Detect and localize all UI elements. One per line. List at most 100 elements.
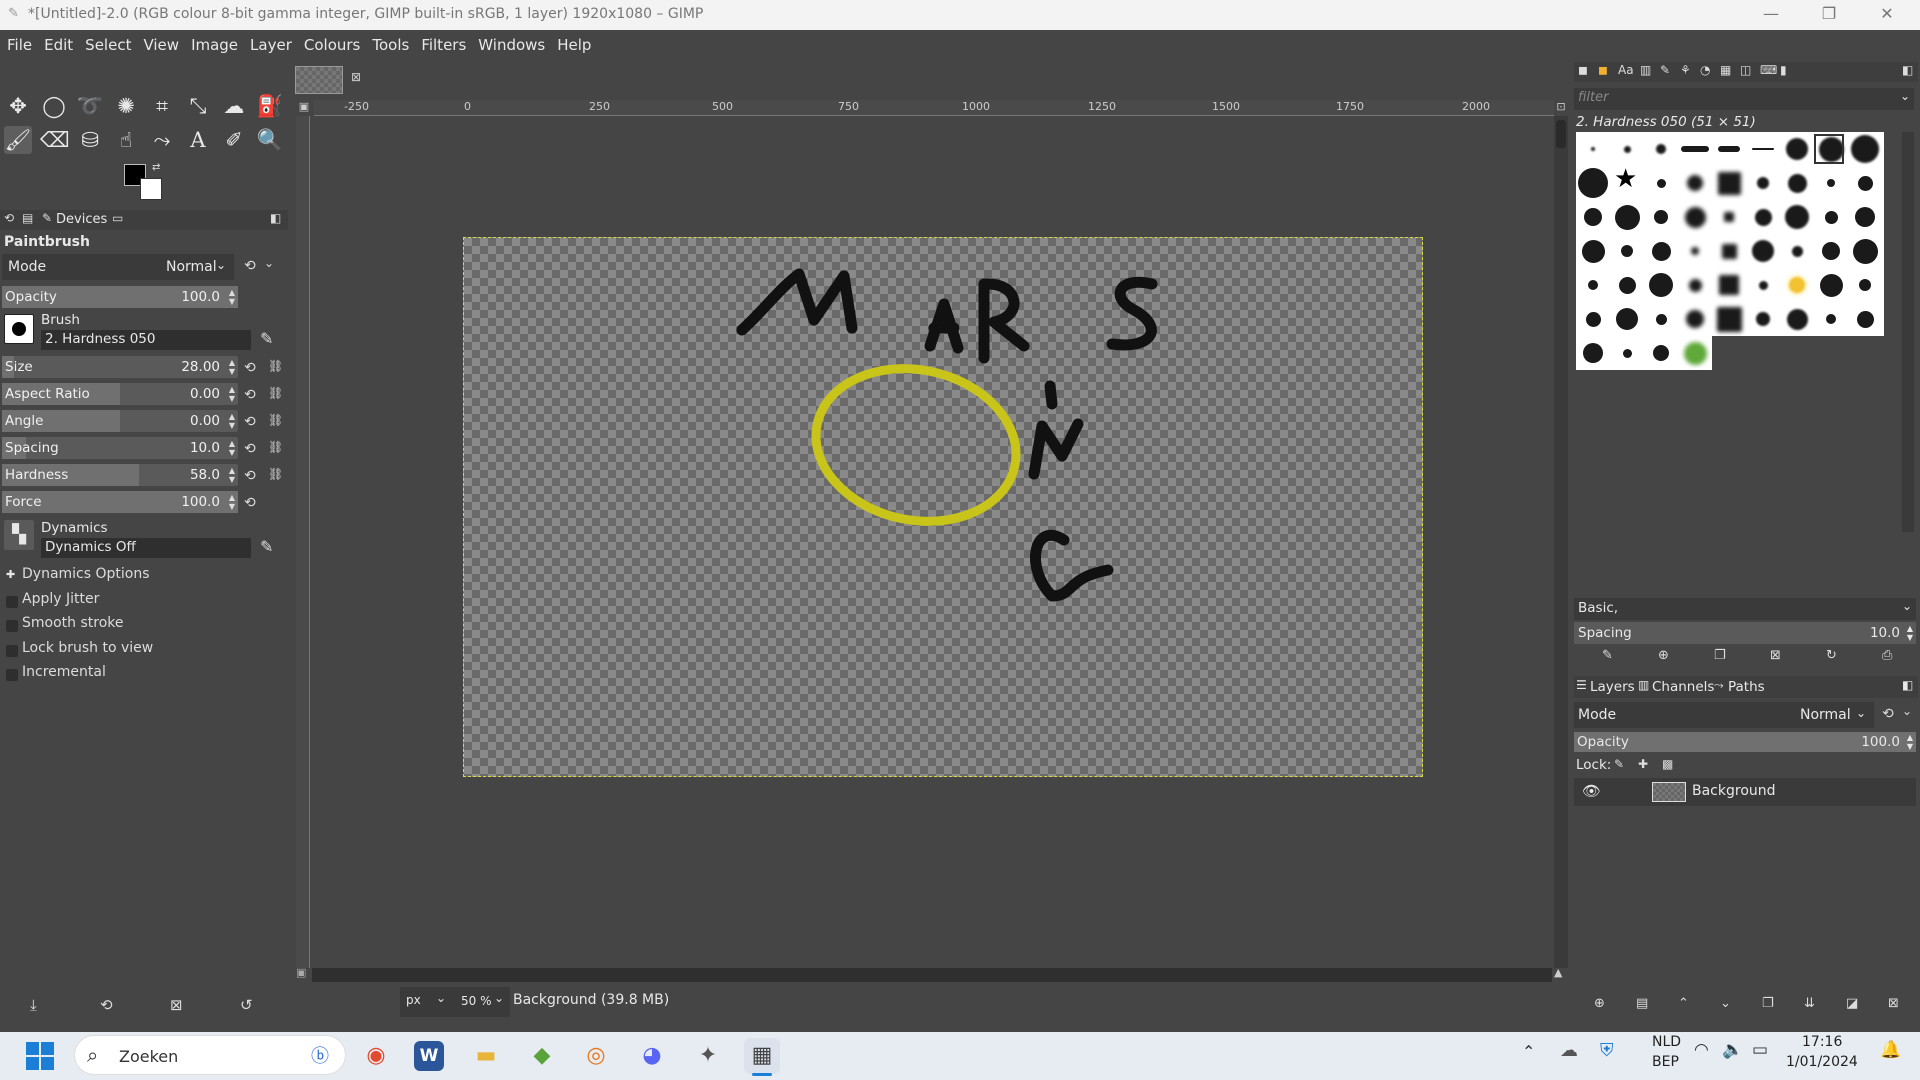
link-icon[interactable]: ⛓ [268,440,283,454]
angle-value[interactable]: 0.00 [190,413,220,429]
menu-edit[interactable]: Edit [37,30,78,54]
brush-cell[interactable] [1780,166,1814,200]
defender-icon[interactable]: ⛨ [1600,1040,1614,1061]
language-line-2[interactable]: BEP [1652,1054,1679,1070]
menu-image[interactable]: Image [184,30,243,54]
file-explorer-icon[interactable]: ▬ [468,1038,504,1074]
dynamics-selector[interactable]: Dynamics Off [41,538,251,558]
spin-icon[interactable]: ▲ ▼ [229,439,235,457]
brush-cell[interactable] [1780,200,1814,234]
reset-icon[interactable]: ⟲ [244,258,256,274]
angle-slider[interactable]: Angle 0.00 ▲ ▼ [2,410,238,432]
restore-options-icon[interactable]: ⟲ [100,996,113,1014]
lock-alpha-icon[interactable]: ▩ [1662,757,1673,771]
edit-brush-icon[interactable]: ✎ [1602,648,1613,663]
brush-cell[interactable] [1746,132,1780,166]
brush-cell[interactable] [1712,302,1746,336]
tab-paths[interactable]: Paths [1728,679,1765,695]
force-value[interactable]: 100.0 [181,494,220,510]
brush-cell[interactable] [1848,268,1882,302]
navigate-arrow-icon[interactable]: ▲ [1554,966,1562,979]
brush-cell[interactable] [1576,302,1610,336]
brush-cell[interactable] [1814,302,1848,336]
word-icon[interactable]: W [414,1041,444,1071]
brush-grid[interactable]: ★ [1576,132,1884,430]
delete-layer-icon[interactable]: ⊠ [1888,996,1899,1011]
reset-size-icon[interactable]: ⟲ [244,360,256,376]
language-line-1[interactable]: NLD [1652,1034,1681,1050]
brush-cell[interactable] [1780,268,1814,302]
layer-mask-icon[interactable]: ◪ [1846,996,1858,1011]
brush-cell[interactable] [1644,268,1678,302]
dynamics-icon[interactable]: ▚ [4,520,34,550]
brush-cell[interactable] [1814,200,1848,234]
brush-filter-input[interactable]: filter ⌄ [1574,88,1914,110]
spin-icon[interactable]: ▲ ▼ [229,385,235,403]
open-brush-folder-icon[interactable]: ⎙ [1882,648,1892,663]
mypaint-brushes-icon[interactable]: ⚘ [1680,63,1691,77]
layer-row-background[interactable]: 👁 Background [1574,778,1916,806]
new-layer-group-icon[interactable]: ▤ [1636,996,1648,1011]
clone-tool-icon[interactable]: ⛁ [76,126,104,154]
brush-cell[interactable] [1644,302,1678,336]
link-icon[interactable]: ⛓ [268,359,283,373]
spin-icon[interactable]: ▲ ▼ [229,412,235,430]
gradients-tab-icon[interactable]: ▥ [1640,63,1651,77]
wifi-icon[interactable]: ◠ [1694,1040,1709,1060]
reset-angle-icon[interactable]: ⟲ [244,414,256,430]
edit-brush-icon[interactable]: ✎ [260,329,273,348]
spin-icon[interactable]: ▲ ▼ [229,358,235,376]
menu-help[interactable]: Help [550,30,596,54]
reset-force-icon[interactable]: ⟲ [244,495,256,511]
paintbrush-tool-icon[interactable]: 🖌 [4,126,32,154]
mode-value[interactable]: Normal [166,259,217,275]
brush-cell[interactable] [1678,302,1712,336]
link-icon[interactable]: ⛓ [268,413,283,427]
brush-cell[interactable] [1644,234,1678,268]
move-tool-icon[interactable]: ✥ [4,92,32,120]
palettes-tab-icon[interactable]: ◔ [1700,63,1710,77]
lock-pixels-icon[interactable]: ✎ [1614,757,1624,771]
chrome-icon[interactable]: ◉ [358,1038,394,1074]
hardness-value[interactable]: 58.0 [190,467,220,483]
discord-icon[interactable]: ◕ [634,1038,670,1074]
eye-visibility-icon[interactable]: 👁 [1582,782,1601,800]
gimp-taskbar-icon[interactable]: ✦ [690,1038,726,1074]
navigate-icon[interactable]: ▣ [296,966,306,979]
delete-brush-icon[interactable]: ⊠ [1770,648,1781,663]
delete-options-icon[interactable]: ⊠ [170,996,183,1014]
tool-options-tab-icon[interactable]: ▤ [22,211,33,225]
spin-icon[interactable]: ▲ ▼ [1907,624,1913,642]
brush-cell[interactable] [1746,166,1780,200]
reset-options-icon[interactable]: ↺ [240,996,253,1014]
mode-row[interactable]: Mode Normal ⌄ [2,254,234,280]
crop-tool-icon[interactable]: ⌗ [148,92,176,120]
fonts-tab-icon[interactable]: Aa [1618,63,1634,77]
image-tab-thumbnail[interactable] [295,66,343,94]
brush-cell[interactable] [1610,302,1644,336]
edit-dynamics-icon[interactable]: ✎ [260,537,273,556]
brush-cell[interactable] [1712,268,1746,302]
link-icon[interactable]: ⛓ [268,467,283,481]
size-value[interactable]: 28.00 [181,359,220,375]
start-windows-icon[interactable] [26,1042,54,1070]
raise-layer-icon[interactable]: ⌃ [1678,996,1689,1011]
brush-cell[interactable] [1712,234,1746,268]
brush-cell[interactable] [1678,336,1712,370]
close-icon[interactable]: ✕ [1872,4,1902,26]
hardness-slider[interactable]: Hardness 58.0 ▲ ▼ [2,464,238,486]
brush-cell[interactable] [1712,166,1746,200]
spin-icon[interactable]: ▲ ▼ [229,493,235,511]
onedrive-icon[interactable]: ☁ [1560,1040,1578,1061]
blender-icon[interactable]: ◎ [578,1038,614,1074]
brush-cell[interactable] [1848,166,1882,200]
brush-cell[interactable] [1678,268,1712,302]
zoom-selector[interactable]: 50 % ⌄ [456,987,510,1017]
brush-cell[interactable] [1576,200,1610,234]
brush-cell[interactable] [1576,336,1610,370]
undo-history-icon[interactable]: ⟲ [4,211,14,225]
brush-cell[interactable] [1780,132,1814,166]
menu-select[interactable]: Select [78,30,136,54]
layer-name[interactable]: Background [1692,783,1776,799]
brush-tag-field[interactable]: Basic, ⌄ [1574,598,1916,620]
